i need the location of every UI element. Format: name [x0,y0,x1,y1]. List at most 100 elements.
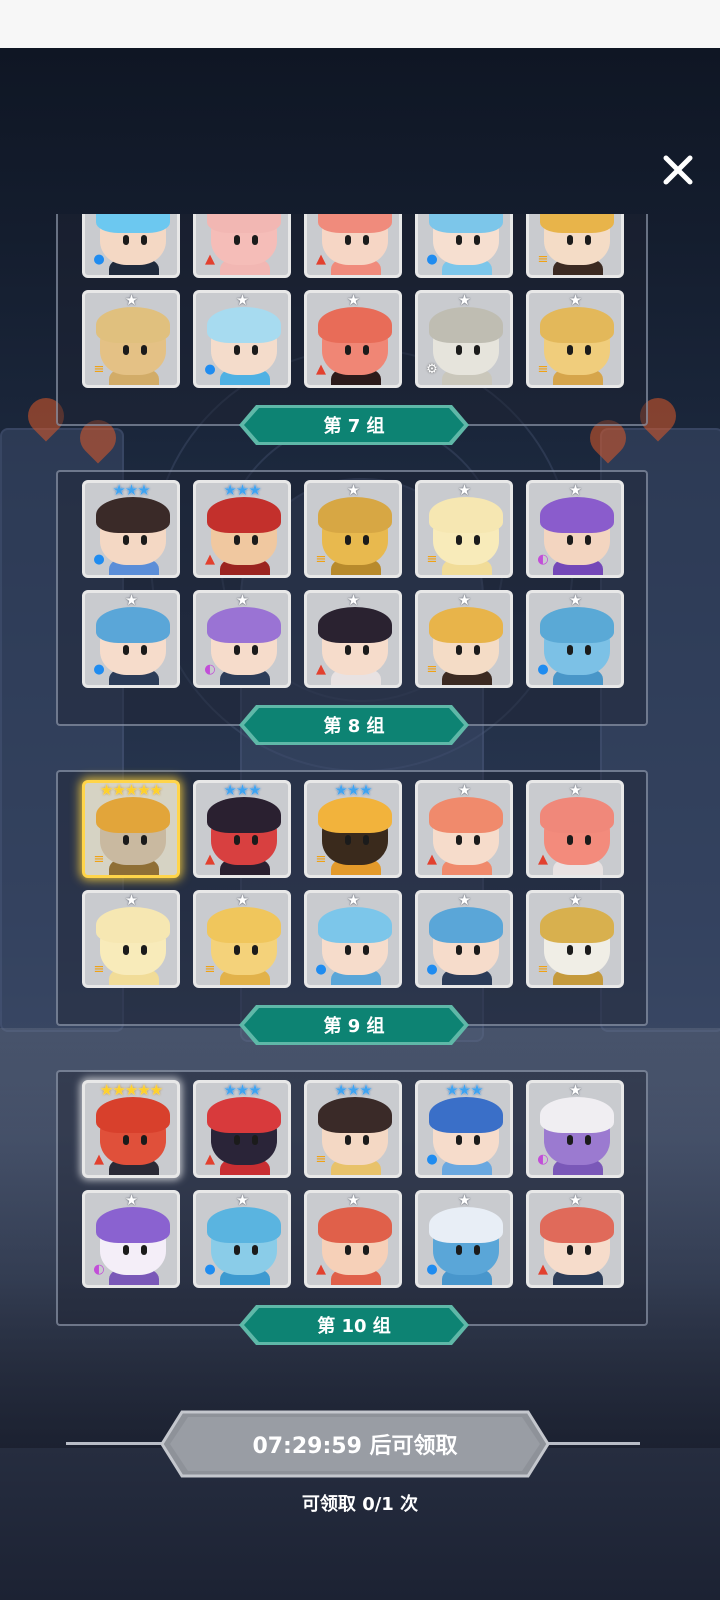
hero-slot[interactable]: ★≡ [415,590,513,688]
hero-slot[interactable]: ★★★● [82,480,180,578]
water-element-icon: ● [426,961,438,977]
claim-count-text: 可领取 0/1 次 [301,1494,419,1515]
fire-element-icon: ▲ [427,851,437,867]
wind-element-icon: ≡ [93,851,105,867]
water-element-icon: ● [204,361,216,377]
hero-portrait-hair [429,307,503,343]
hero-eye [567,1245,573,1255]
hero-slot[interactable]: ★● [415,1190,513,1288]
hero-eye [123,1135,129,1145]
dark-element-icon: ◐ [537,551,549,567]
hero-eye [585,645,591,655]
hero-slot[interactable]: ★ ◐ [193,590,291,688]
wind-element-icon: ≡ [426,551,438,567]
group-label: 第 7 组 [323,416,385,437]
hero-slot[interactable]: ★▲ [304,590,402,688]
claim-button[interactable]: 07:29:59 后可领取 [160,1410,550,1478]
hero-slot[interactable]: ★★★ ≡ [304,1080,402,1178]
hero-slot[interactable]: ★● [82,590,180,688]
star-rating: ★★★★★ [99,1081,163,1099]
hero-slot[interactable]: ★ ◐ [526,480,624,578]
hero-slot[interactable]: ★● [526,590,624,688]
star-rating: ★★★ [445,1081,483,1099]
group-label: 第 8 组 [323,716,385,737]
star-rating: ★ [457,891,471,909]
star-rating: ★★★★★ [99,781,163,799]
hero-eye [456,235,462,245]
water-element-icon: ● [204,1261,216,1277]
hero-portrait-hair [540,214,614,233]
hero-slot[interactable]: ★★★ ≡ [304,780,402,878]
hero-slot[interactable]: ★● [304,890,402,988]
reward-group-panel: ★★★ ● ★★★ ▲ ★ ≡ ★ ≡ ★ ◐ ★ ● ★ ◐ ★ ▲ ★ ≡ ★ ● [56,470,648,726]
hero-eye [252,645,258,655]
hero-slot[interactable]: ★ ◐ [82,1190,180,1288]
hero-portrait-hair [429,497,503,533]
star-rating: ★ [346,591,360,609]
hero-slot[interactable]: ★≡ [526,290,624,388]
hero-slot[interactable]: ★≡ [415,480,513,578]
hero-portrait-hair [96,214,170,233]
hero-slot[interactable]: ★≡ [304,480,402,578]
hero-slot[interactable]: ★★★ ▲ [193,1080,291,1178]
hero-eye [474,1245,480,1255]
group-label-banner: 第 7 组 [238,404,470,446]
star-rating: ★ [568,891,582,909]
hero-portrait-hair [540,607,614,643]
hero-slot[interactable]: ★ ⚙ [415,290,513,388]
hero-eye [141,1245,147,1255]
hero-portrait-hair [318,497,392,533]
hero-slot[interactable]: ★★★ ▲ [193,480,291,578]
hero-eye [363,645,369,655]
hero-slot[interactable]: ★▲ [304,214,402,278]
hero-slot[interactable]: ★● [193,290,291,388]
group-label-banner: 第 9 组 [238,1004,470,1046]
hero-portrait-hair [207,497,281,533]
close-button[interactable] [658,150,698,190]
reward-group-list[interactable]: ★★★●★▲★▲★●★≡★≡★●★▲★⚙★≡第 7 组★★★●★★★▲★≡★≡★… [56,214,650,1384]
hero-slot[interactable]: ★≡ [82,290,180,388]
star-rating: ★ [568,1081,582,1099]
hero-slot[interactable]: ★≡ [193,890,291,988]
hero-portrait-hair [96,307,170,343]
hero-slot[interactable]: ★▲ [304,1190,402,1288]
hero-slot[interactable]: ★● [415,890,513,988]
star-rating: ★ [124,591,138,609]
hero-portrait-hair [96,607,170,643]
hero-eye [345,1135,351,1145]
hero-slot[interactable]: ★★★● [82,214,180,278]
star-rating: ★ [235,891,249,909]
hero-eye [123,645,129,655]
hero-portrait-hair [96,497,170,533]
hero-eye [567,835,573,845]
hero-slot[interactable]: ★≡ [526,214,624,278]
hero-eye [123,945,129,955]
hero-slot[interactable]: ★● [193,1190,291,1288]
hero-slot[interactable]: ★▲ [526,1190,624,1288]
hero-slot[interactable]: ★★★★★ ▲ [82,1080,180,1178]
hero-slot[interactable]: ★★★ ▲ [193,780,291,878]
hero-slot[interactable]: ★≡ [82,890,180,988]
star-rating: ★ [346,891,360,909]
star-rating: ★ [457,1191,471,1209]
star-rating: ★★★ [223,1081,261,1099]
hero-portrait-hair [207,214,281,233]
hero-eye [141,535,147,545]
hero-slot[interactable]: ★▲ [304,290,402,388]
hero-slot[interactable]: ★▲ [415,780,513,878]
hero-slot[interactable]: ★▲ [193,214,291,278]
hero-portrait-hair [318,307,392,343]
fire-element-icon: ▲ [205,1151,215,1167]
hero-slot[interactable]: ★★★★★ ≡ [82,780,180,878]
hero-slot[interactable]: ★▲ [526,780,624,878]
hero-slot[interactable]: ★★★● [415,1080,513,1178]
hero-eye [456,345,462,355]
hero-eye [567,235,573,245]
hero-slot[interactable]: ★ ◐ [526,1080,624,1178]
hero-portrait-hair [207,307,281,343]
star-rating: ★ [457,781,471,799]
hero-slot[interactable]: ★● [415,214,513,278]
hero-eye [456,835,462,845]
wind-element-icon: ≡ [315,551,327,567]
hero-slot[interactable]: ★≡ [526,890,624,988]
